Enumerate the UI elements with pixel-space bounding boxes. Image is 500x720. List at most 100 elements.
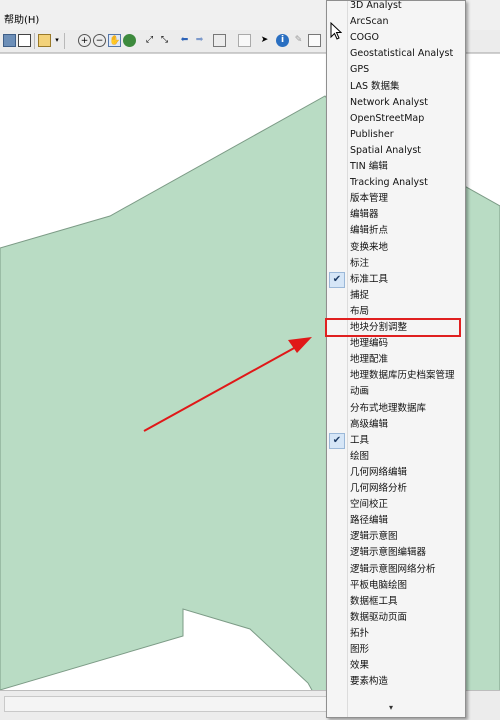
menu-item-label: 逻辑示意图编辑器: [350, 547, 427, 559]
help-menu[interactable]: 帮助(H): [4, 15, 39, 27]
menu-item[interactable]: 版本管理: [327, 191, 465, 207]
pan-icon[interactable]: ✋: [108, 34, 121, 47]
edit-icon[interactable]: ✎: [292, 34, 305, 47]
menu-item-label: 工具: [350, 434, 370, 446]
back-icon[interactable]: ⬅: [178, 34, 191, 47]
select-elements-icon[interactable]: [213, 34, 226, 47]
menu-item[interactable]: ✔ 标准工具: [327, 271, 465, 288]
menu-item-label: 平板电脑绘图: [350, 579, 408, 591]
zoom-out-icon[interactable]: −: [93, 34, 106, 47]
frame-icon[interactable]: [18, 34, 31, 47]
menu-item[interactable]: 高级编辑: [327, 417, 465, 433]
scroll-down-icon[interactable]: ▾: [389, 703, 393, 712]
menu-item-label: 效果: [350, 660, 370, 672]
toolbar-separator: [64, 33, 65, 49]
menu-item[interactable]: 地理配准: [327, 352, 465, 368]
menu-item-label: ArcScan: [350, 16, 389, 28]
menu-item[interactable]: 地理数据库历史档案管理: [327, 368, 465, 384]
menu-item[interactable]: 图形: [327, 642, 465, 658]
menu-item[interactable]: 分布式地理数据库: [327, 401, 465, 417]
menu-item[interactable]: 变换来地: [327, 240, 465, 256]
menu-item-label: 路径编辑: [350, 515, 389, 527]
menu-item-label: 几何网络编辑: [350, 466, 408, 478]
menu-item[interactable]: 捕捉: [327, 288, 465, 304]
menu-item[interactable]: 标注: [327, 256, 465, 272]
menu-item[interactable]: 编辑折点: [327, 223, 465, 239]
menu-item[interactable]: 逻辑示意图: [327, 529, 465, 545]
menu-item-label: 数据框工具: [350, 595, 398, 607]
menu-item[interactable]: 路径编辑: [327, 513, 465, 529]
menu-item[interactable]: 平板电脑绘图: [327, 578, 465, 594]
menu-item-label: 标注: [350, 257, 370, 269]
menu-item[interactable]: 空间校正: [327, 497, 465, 513]
menu-item-label: LAS 数据集: [350, 80, 400, 92]
menu-item-label: 版本管理: [350, 193, 389, 205]
checkmark-icon: ✔: [329, 432, 345, 449]
fixed-zoom-out-icon[interactable]: ⤡: [158, 34, 171, 47]
menu-item[interactable]: Publisher: [327, 127, 465, 143]
menu-item[interactable]: 地块分割调整: [325, 318, 465, 337]
forward-icon[interactable]: ➡: [193, 34, 206, 47]
menu-item-label: 编辑器: [350, 209, 379, 221]
menu-item[interactable]: 绘图: [327, 449, 465, 465]
menu-item-label: 变换来地: [350, 241, 389, 253]
menu-item-label: 布局: [350, 305, 370, 317]
menu-item[interactable]: 效果: [327, 658, 465, 674]
menu-item[interactable]: 动画: [327, 384, 465, 400]
menu-item[interactable]: 几何网络分析: [327, 481, 465, 497]
clear-selection-icon[interactable]: [238, 34, 251, 47]
menu-item-label: 数据驱动页面: [350, 611, 408, 623]
menu-item[interactable]: GPS: [327, 62, 465, 78]
menu-item-label: 高级编辑: [350, 418, 389, 430]
info-icon[interactable]: i: [276, 34, 289, 47]
fixed-zoom-in-icon[interactable]: ⤢: [143, 34, 156, 47]
menu-item[interactable]: Tracking Analyst: [327, 175, 465, 191]
dropdown-icon[interactable]: ▾: [53, 34, 61, 47]
menu-item-label: 要素构造: [350, 676, 389, 688]
menu-item[interactable]: TIN 编辑: [327, 159, 465, 175]
menu-item[interactable]: ✔ 工具: [327, 432, 465, 449]
globe-icon[interactable]: [123, 34, 136, 47]
menu-item[interactable]: 拓扑: [327, 626, 465, 642]
menu-item[interactable]: 3D Analyst: [327, 0, 465, 14]
checkmark-icon: ✔: [329, 271, 345, 288]
menu-item[interactable]: Geostatistical Analyst: [327, 46, 465, 62]
menu-item-label: 捕捉: [350, 289, 370, 301]
menu-item-label: 3D Analyst: [350, 0, 402, 11]
menu-item[interactable]: 几何网络编辑: [327, 465, 465, 481]
identify-icon[interactable]: [38, 34, 51, 47]
menu-item[interactable]: OpenStreetMap: [327, 111, 465, 127]
menu-item-label: 地理配准: [350, 354, 389, 366]
menu-item-label: 逻辑示意图: [350, 531, 398, 543]
menu-item-label: 拓扑: [350, 627, 370, 639]
menu-item[interactable]: LAS 数据集: [327, 79, 465, 95]
toolbars-context-menu: ▾ 3D Analyst ArcScan COGO Geostatistical An…: [325, 0, 466, 718]
copy-icon[interactable]: [3, 34, 16, 47]
menu-item[interactable]: Spatial Analyst: [327, 143, 465, 159]
mouse-cursor-icon: [330, 22, 342, 40]
menu-item-label: OpenStreetMap: [350, 112, 425, 124]
menu-item-label: 编辑折点: [350, 225, 389, 237]
menu-item-label: 绘图: [350, 450, 370, 462]
menu-item[interactable]: Network Analyst: [327, 95, 465, 111]
menu-item[interactable]: 数据框工具: [327, 594, 465, 610]
status-panel: [4, 696, 336, 712]
menu-item-label: 图形: [350, 644, 370, 655]
menu-item[interactable]: 要素构造: [327, 674, 465, 690]
pointer-icon[interactable]: ➤: [258, 34, 271, 47]
menu-item[interactable]: ArcScan: [327, 14, 465, 30]
menu-item[interactable]: 地理编码: [327, 336, 465, 352]
menu-item[interactable]: 逻辑示意图网络分析: [327, 562, 465, 578]
menu-item[interactable]: COGO: [327, 30, 465, 46]
menu-item[interactable]: 数据驱动页面: [327, 610, 465, 626]
menu-item[interactable]: 逻辑示意图编辑器: [327, 545, 465, 561]
zoom-in-icon[interactable]: +: [78, 34, 91, 47]
menu-item-label: 逻辑示意图网络分析: [350, 563, 436, 575]
menu-item-label: 几何网络分析: [350, 483, 408, 494]
menu-item-label: GPS: [350, 64, 370, 76]
menu-item-label: 动画: [350, 386, 370, 398]
menu-item[interactable]: 编辑器: [327, 207, 465, 223]
highlight-box: [325, 318, 461, 337]
html-popup-icon[interactable]: [308, 34, 321, 47]
menu-item-label: 空间校正: [350, 499, 389, 511]
